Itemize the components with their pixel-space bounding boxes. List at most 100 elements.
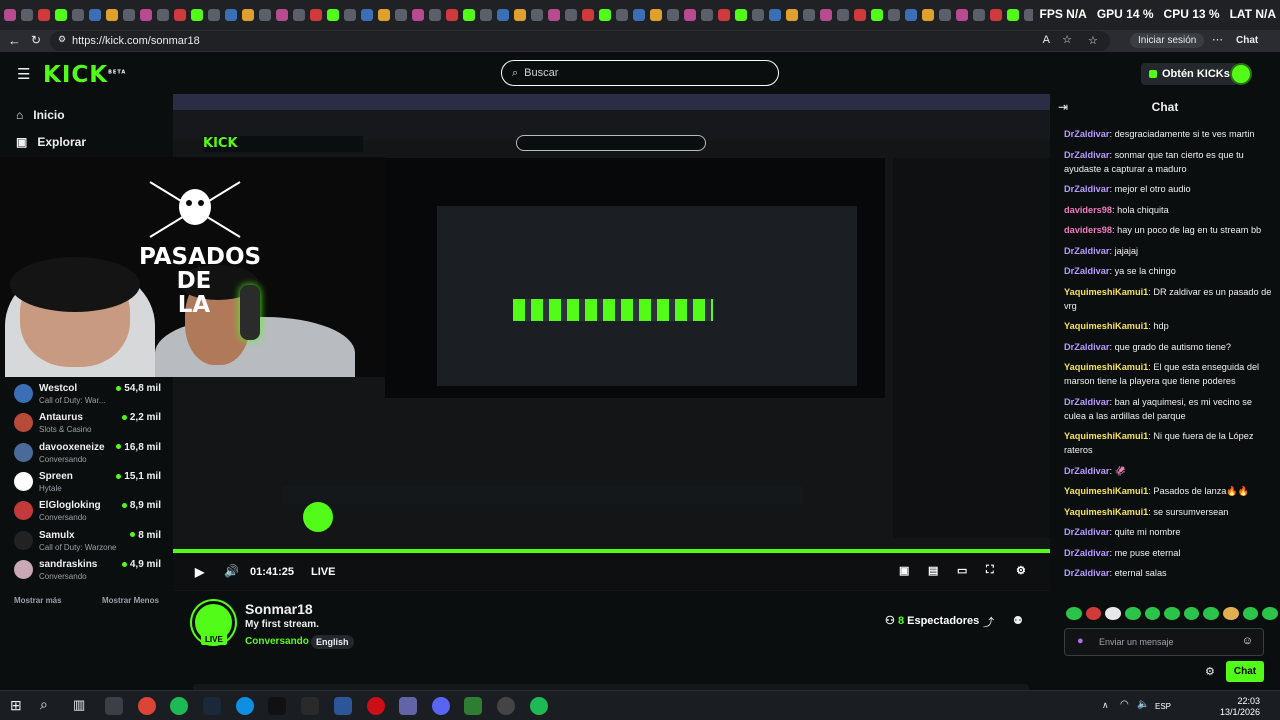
browser-tab-icon[interactable] bbox=[701, 9, 713, 21]
volume-icon[interactable]: 🔊 bbox=[224, 564, 239, 578]
microphone-icon[interactable]: ● bbox=[1077, 635, 1084, 647]
play-icon[interactable]: ▶ bbox=[195, 565, 204, 579]
emote-icon[interactable] bbox=[1124, 607, 1141, 620]
emote-icon[interactable] bbox=[1144, 607, 1161, 620]
browser-tab-icon[interactable] bbox=[378, 9, 390, 21]
user-avatar[interactable] bbox=[1230, 63, 1252, 85]
browser-tab-icon[interactable] bbox=[837, 9, 849, 21]
browser-tab-icon[interactable] bbox=[939, 9, 951, 21]
tiktok-icon[interactable] bbox=[268, 697, 286, 715]
taskbar-search-icon[interactable]: ⌕ bbox=[40, 696, 48, 713]
chat-username[interactable]: YaquimeshiKamui1 bbox=[1064, 507, 1148, 517]
browser-tab-icon[interactable] bbox=[446, 9, 458, 21]
site-info-icon[interactable]: ⚙ bbox=[58, 34, 66, 45]
pip-icon[interactable]: ▤ bbox=[928, 564, 938, 577]
browser-tab-icon[interactable] bbox=[718, 9, 730, 21]
browser-tab-icon[interactable] bbox=[820, 9, 832, 21]
emote-icon[interactable] bbox=[1105, 607, 1121, 620]
chat-username[interactable]: daviders98 bbox=[1064, 205, 1112, 215]
browser-tab-icon[interactable] bbox=[735, 9, 747, 21]
browser-tab-icon[interactable] bbox=[225, 9, 237, 21]
tray-chevron-icon[interactable]: ∧ bbox=[1102, 700, 1109, 711]
browser-tab-icon[interactable] bbox=[752, 9, 764, 21]
emoji-picker-icon[interactable]: ☺ bbox=[1242, 635, 1253, 647]
settings-gear-icon[interactable]: ⚙ bbox=[1016, 564, 1026, 577]
browser-tab-icon[interactable] bbox=[769, 9, 781, 21]
emote-icon[interactable] bbox=[1066, 607, 1082, 620]
emote-icon[interactable] bbox=[1223, 607, 1239, 620]
chat-username[interactable]: daviders98 bbox=[1064, 225, 1112, 235]
browser-tab-icon[interactable] bbox=[956, 9, 968, 21]
file-explorer-icon[interactable] bbox=[105, 697, 123, 715]
sidebar-channel-item[interactable]: ElGlogloking Conversando 8,9 mil bbox=[12, 498, 167, 526]
browser-tab-icon[interactable] bbox=[888, 9, 900, 21]
browser-tab-icon[interactable] bbox=[497, 9, 509, 21]
browser-tab-icon[interactable] bbox=[871, 9, 883, 21]
get-kicks-button[interactable]: Obtén KICKs bbox=[1141, 63, 1238, 85]
browser-tab-icon[interactable] bbox=[293, 9, 305, 21]
browser-tab-icon[interactable] bbox=[55, 9, 67, 21]
send-chat-button[interactable]: Chat bbox=[1226, 661, 1264, 682]
chat-message-input[interactable]: ● Enviar un mensaje ☺ bbox=[1064, 628, 1264, 656]
chat-username[interactable]: DrZaldivar bbox=[1064, 466, 1109, 476]
sidebar-item-explore[interactable]: ▣ Explorar bbox=[16, 135, 86, 149]
chat-username[interactable]: DrZaldivar bbox=[1064, 548, 1109, 558]
more-menu-icon[interactable]: ⋯ bbox=[1212, 33, 1223, 46]
browser-tab-icon[interactable] bbox=[973, 9, 985, 21]
browser-tab-icon[interactable] bbox=[208, 9, 220, 21]
favorites-icon[interactable]: ☆ bbox=[1088, 34, 1098, 47]
steam-icon[interactable] bbox=[203, 697, 221, 715]
browser-tab-icon[interactable] bbox=[1007, 9, 1019, 21]
sidebar-channel-item[interactable]: Samulx Call of Duty: Warzone 8 mil bbox=[12, 528, 167, 556]
chat-settings-icon[interactable]: ⚙ bbox=[1205, 665, 1215, 678]
emote-icon[interactable] bbox=[1085, 607, 1102, 620]
browser-tab-icon[interactable] bbox=[344, 9, 356, 21]
favorite-star-icon[interactable]: ☆ bbox=[1062, 33, 1072, 46]
browser-tab-icon[interactable] bbox=[854, 9, 866, 21]
browser-tab-icon[interactable] bbox=[803, 9, 815, 21]
chat-username[interactable]: DrZaldivar bbox=[1064, 568, 1109, 578]
chat-username[interactable]: DrZaldivar bbox=[1064, 150, 1109, 160]
emote-icon[interactable] bbox=[1203, 607, 1220, 620]
browser-tab-icon[interactable] bbox=[616, 9, 628, 21]
chat-username[interactable]: DrZaldivar bbox=[1064, 397, 1109, 407]
browser-tab-icon[interactable] bbox=[191, 9, 203, 21]
chat-username[interactable]: DrZaldivar bbox=[1064, 342, 1109, 352]
fullscreen-icon[interactable]: ⛶ bbox=[986, 564, 994, 577]
word-icon[interactable] bbox=[334, 697, 352, 715]
browser-tab-icon[interactable] bbox=[4, 9, 16, 21]
browser-tab-icon[interactable] bbox=[72, 9, 84, 21]
progress-bar[interactable] bbox=[173, 549, 1050, 553]
show-more-link[interactable]: Mostrar más bbox=[14, 596, 62, 605]
reload-icon[interactable]: ↻ bbox=[31, 33, 41, 47]
browser-tab-icon[interactable] bbox=[667, 9, 679, 21]
emote-icon[interactable] bbox=[1242, 607, 1259, 620]
emote-icon[interactable] bbox=[1183, 607, 1200, 620]
browser-tab-icon[interactable] bbox=[157, 9, 169, 21]
signin-button[interactable]: Iniciar sesión bbox=[1130, 33, 1205, 48]
system-clock[interactable]: 22:03 13/1/2026 bbox=[1220, 696, 1260, 718]
teams-icon[interactable] bbox=[399, 697, 417, 715]
sidebar-channel-item[interactable]: Spreen Hytale 15,1 mil bbox=[12, 469, 167, 497]
chat-username[interactable]: DrZaldivar bbox=[1064, 184, 1109, 194]
show-less-link[interactable]: Mostrar Menos bbox=[102, 596, 159, 605]
browser-tab-icon[interactable] bbox=[429, 9, 441, 21]
browser-tab-icon[interactable] bbox=[21, 9, 33, 21]
hamburger-menu-icon[interactable]: ☰ bbox=[17, 65, 30, 83]
opera-icon[interactable] bbox=[367, 697, 385, 715]
chat-username[interactable]: YaquimeshiKamui1 bbox=[1064, 362, 1148, 372]
language-tag[interactable]: English bbox=[311, 635, 354, 649]
stream-category[interactable]: Conversando bbox=[245, 636, 309, 647]
kick-app-icon[interactable] bbox=[464, 697, 482, 715]
back-icon[interactable]: ← bbox=[8, 33, 21, 48]
clip-icon[interactable]: ▣ bbox=[899, 564, 909, 577]
browser-tab-icon[interactable] bbox=[259, 9, 271, 21]
chat-username[interactable]: DrZaldivar bbox=[1064, 266, 1109, 276]
browser-tab-icon[interactable] bbox=[395, 9, 407, 21]
browser-tab-icon[interactable] bbox=[531, 9, 543, 21]
kick-logo[interactable]: KICKBETA bbox=[43, 62, 126, 88]
obs-icon[interactable] bbox=[497, 697, 515, 715]
sidebar-channel-item[interactable]: Antaurus Slots & Casino 2,2 mil bbox=[12, 410, 167, 438]
follow-icon[interactable]: ⚉ bbox=[1013, 614, 1023, 627]
windows-start-icon[interactable]: ⊞ bbox=[10, 697, 22, 714]
